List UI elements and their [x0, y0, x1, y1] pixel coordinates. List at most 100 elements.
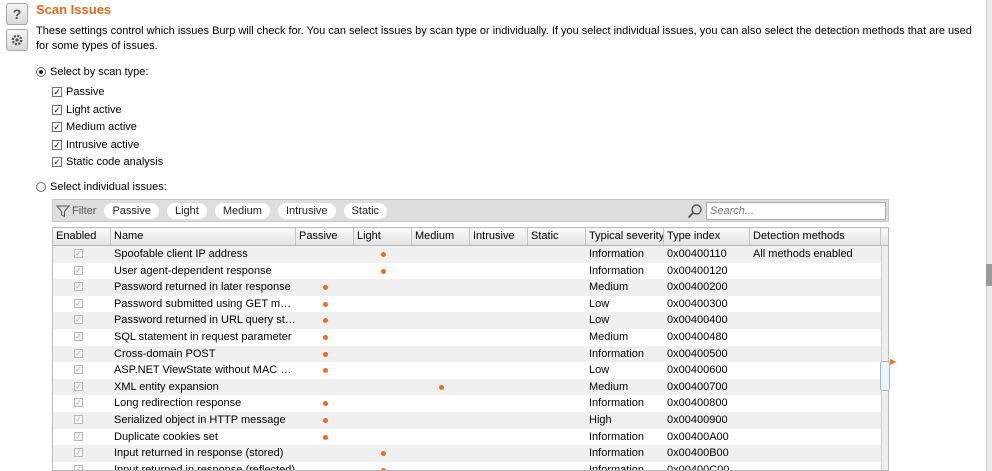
scan-type-option[interactable]: ✓ Medium active: [52, 121, 137, 133]
search-icon: [687, 204, 702, 219]
table-row[interactable]: ✓ Password returned in URL query string Lo…: [53, 312, 888, 329]
table-row[interactable]: ✓ XML entity expansion Medium 0x00400700: [53, 378, 888, 396]
column-header[interactable]: Typical severity: [586, 228, 664, 245]
expand-arrow-icon[interactable]: ▶: [890, 357, 896, 366]
severity-cell: Low: [589, 314, 610, 327]
table-row[interactable]: ✓ Serialized object in HTTP message High 0x…: [53, 411, 888, 429]
table-row[interactable]: ✓ SQL statement in request parameter Mediu…: [53, 329, 888, 346]
type-index-cell: 0x00400900: [667, 413, 728, 426]
radio-button[interactable]: [36, 182, 46, 192]
static-cell: [528, 362, 586, 379]
enabled-checkbox[interactable]: ✓: [74, 365, 83, 375]
enabled-dot-icon: [323, 301, 328, 307]
column-header[interactable]: Light: [354, 228, 412, 245]
scan-type-option[interactable]: ✓ Passive: [52, 86, 105, 98]
static-cell: [528, 346, 586, 363]
table-row[interactable]: ✓ Input returned in response (reflected) I…: [53, 462, 888, 470]
filter-button[interactable]: Filter: [56, 204, 96, 218]
passive-cell: [296, 462, 354, 470]
column-header[interactable]: Enabled: [53, 228, 111, 245]
table-row[interactable]: ✓ ASP.NET ViewState without MAC en... Low 0…: [53, 362, 888, 379]
radio-by-scan-type[interactable]: Select by scan type:: [36, 66, 148, 78]
static-cell: [528, 263, 586, 280]
table-row[interactable]: ✓ Password returned in later response Medi…: [53, 279, 888, 296]
issue-name: Password returned in later response: [114, 281, 291, 294]
table-header: Enabled Name Passive Light Medium Intrusive St…: [53, 228, 888, 246]
enabled-checkbox[interactable]: ✓: [74, 414, 83, 424]
filter-pill[interactable]: Intrusive: [277, 202, 336, 219]
checkbox[interactable]: ✓: [52, 139, 62, 150]
scan-type-label: Static code analysis: [66, 156, 164, 168]
intrusive-cell: [470, 312, 528, 329]
scan-type-option[interactable]: ✓ Static code analysis: [52, 156, 163, 168]
enabled-checkbox[interactable]: ✓: [74, 431, 83, 441]
column-header[interactable]: Intrusive: [470, 228, 528, 245]
enabled-cell: ✓: [53, 462, 111, 470]
table-row[interactable]: ✓ User agent-dependent response Informatio…: [53, 263, 888, 280]
checkbox[interactable]: ✓: [52, 122, 62, 132]
table-row[interactable]: ✓ Cross-domain POST Information 0x00400500: [53, 345, 888, 363]
enabled-checkbox[interactable]: ✓: [74, 265, 83, 275]
light-cell: [354, 462, 412, 470]
filter-pill[interactable]: Static: [343, 202, 388, 219]
help-icon[interactable]: ?: [6, 3, 28, 25]
column-header[interactable]: Medium: [412, 228, 470, 245]
issue-name: Input returned in response (stored): [114, 447, 284, 460]
light-cell: [354, 379, 412, 396]
column-header[interactable]: Passive: [296, 228, 354, 245]
radio-individual-issues[interactable]: Select individual issues:: [36, 181, 167, 193]
enabled-dot-icon: [323, 401, 328, 407]
table-row[interactable]: ✓ Password submitted using GET method Low 0…: [53, 296, 888, 313]
issue-name: SQL statement in request parameter: [114, 330, 292, 343]
severity-cell: Information: [589, 347, 645, 360]
enabled-checkbox[interactable]: ✓: [74, 348, 83, 358]
table-scrollbar[interactable]: [881, 246, 888, 470]
column-header[interactable]: Detection methods: [750, 228, 881, 245]
column-header[interactable]: Name: [111, 228, 296, 245]
table-row[interactable]: ✓ Duplicate cookies set Information 0x00400…: [53, 429, 888, 446]
enabled-checkbox[interactable]: ✓: [74, 331, 83, 341]
enabled-checkbox[interactable]: ✓: [74, 398, 83, 408]
detection-methods-cell: [750, 362, 881, 379]
enabled-checkbox[interactable]: ✓: [74, 315, 83, 325]
intrusive-cell: [470, 279, 528, 296]
filter-pill[interactable]: Passive: [104, 202, 159, 219]
section-title: Scan Issues: [36, 2, 112, 17]
enabled-checkbox[interactable]: ✓: [74, 464, 83, 470]
enabled-checkbox[interactable]: ✓: [74, 282, 83, 292]
filter-pill[interactable]: Medium: [214, 202, 270, 219]
scan-type-option[interactable]: ✓ Light active: [52, 104, 122, 116]
light-cell: [354, 412, 412, 429]
enabled-checkbox[interactable]: ✓: [74, 448, 83, 458]
passive-cell: [296, 312, 354, 329]
checkbox[interactable]: ✓: [52, 157, 62, 167]
enabled-dot-icon: [323, 351, 328, 357]
static-cell: [528, 445, 586, 462]
table-row[interactable]: ✓ Input returned in response (stored) Info…: [53, 445, 888, 462]
radio-button[interactable]: [36, 67, 46, 77]
page-scrollbar-thumb[interactable]: [986, 264, 992, 286]
passive-cell: [296, 412, 354, 429]
type-index-cell: 0x00400A00: [667, 430, 729, 443]
gear-icon[interactable]: [6, 29, 28, 51]
splitter-handle[interactable]: [880, 361, 890, 391]
column-header[interactable]: Type index: [664, 228, 750, 245]
medium-cell: [412, 246, 470, 263]
enabled-checkbox[interactable]: ✓: [74, 381, 83, 391]
medium-cell: [412, 362, 470, 379]
checkbox[interactable]: ✓: [52, 104, 62, 115]
checkbox[interactable]: ✓: [52, 87, 62, 97]
table-row[interactable]: ✓ Long redirection response Information 0x0…: [53, 395, 888, 412]
enabled-dot-icon: [323, 368, 328, 374]
table-row[interactable]: ✓ Spoofable client IP address Information 0…: [53, 246, 888, 263]
scan-type-label: Intrusive active: [66, 138, 140, 151]
search-input[interactable]: [706, 202, 886, 220]
type-index-cell: 0x00400700: [667, 380, 728, 393]
scan-type-option[interactable]: ✓ Intrusive active: [52, 139, 139, 151]
enabled-checkbox[interactable]: ✓: [74, 249, 83, 258]
filter-pill[interactable]: Light: [166, 202, 207, 219]
enabled-checkbox[interactable]: ✓: [74, 298, 83, 308]
column-header[interactable]: Static: [528, 228, 586, 245]
page-scrollbar[interactable]: [986, 0, 992, 471]
filter-label: Filter: [72, 204, 97, 217]
